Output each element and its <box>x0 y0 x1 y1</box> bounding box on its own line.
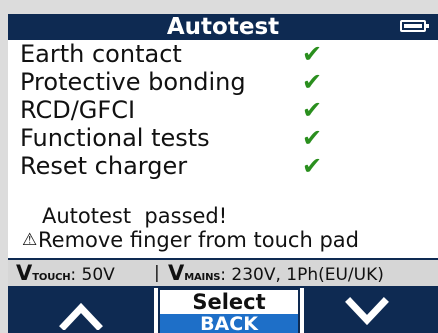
test-label: Functional tests <box>20 124 210 152</box>
mains-voltage-readout: VMAINS: 230V, 1Ph(EU/UK) <box>168 261 384 285</box>
status-separator: | <box>154 263 160 283</box>
test-label: Earth contact <box>20 40 182 68</box>
result-message: Autotest passed! <box>42 204 228 228</box>
test-label: Protective bonding <box>20 68 246 96</box>
test-row-rcd-gfci: RCD/GFCI ✔ <box>20 96 430 124</box>
checkmark-icon: ✔ <box>302 40 323 68</box>
test-row-earth-contact: Earth contact ✔ <box>20 40 430 68</box>
title-bar: Autotest <box>8 14 438 40</box>
select-back-button[interactable]: Select BACK <box>158 288 300 333</box>
instruction-message: Remove finger from touch pad <box>38 228 359 252</box>
chevron-up-icon <box>59 302 103 330</box>
test-label: Reset charger <box>20 152 188 180</box>
test-row-functional-tests: Functional tests ✔ <box>20 124 430 152</box>
checkmark-icon: ✔ <box>302 152 323 180</box>
test-label: RCD/GFCI <box>20 96 136 124</box>
checkmark-icon: ✔ <box>302 96 323 124</box>
device-screen: Autotest Earth contact ✔ Protective bond… <box>8 14 438 333</box>
test-row-protective-bonding: Protective bonding ✔ <box>20 68 430 96</box>
voltage-status-bar: VTOUCH: 50V | VMAINS: 230V, 1Ph(EU/UK) <box>8 258 438 288</box>
checkmark-icon: ✔ <box>302 124 323 152</box>
down-button[interactable] <box>304 288 438 333</box>
test-row-reset-charger: Reset charger ✔ <box>20 152 430 180</box>
up-button[interactable] <box>8 288 154 333</box>
select-label: Select <box>192 290 266 314</box>
warning-triangle-icon: ⚠ <box>22 230 38 250</box>
back-label: BACK <box>160 314 298 333</box>
screen-title: Autotest <box>166 14 280 40</box>
battery-full-icon <box>400 20 429 32</box>
checkmark-icon: ✔ <box>302 68 323 96</box>
softkey-bar: Select BACK <box>8 288 438 333</box>
touch-voltage-readout: VTOUCH: 50V <box>16 261 115 285</box>
chevron-down-icon <box>345 297 389 326</box>
